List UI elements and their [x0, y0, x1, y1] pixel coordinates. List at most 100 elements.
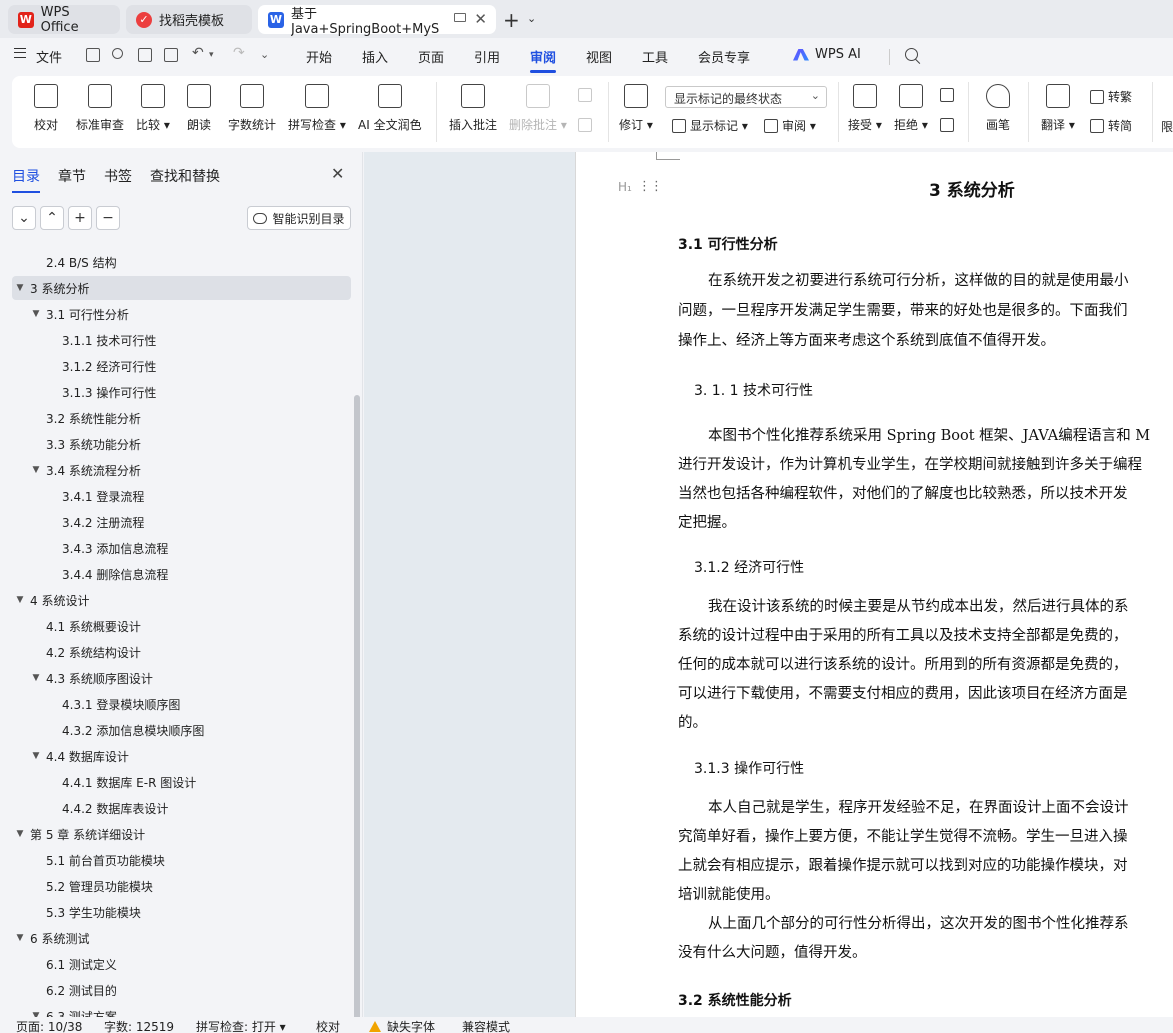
toc-item[interactable]: 5.1 前台首页功能模块: [12, 848, 351, 872]
toc-item[interactable]: 4.3.1 登录模块顺序图: [12, 692, 351, 716]
toc-scrollbar[interactable]: [354, 395, 360, 1033]
menu-tab-member[interactable]: 会员专享: [698, 47, 750, 66]
menu-tab-references[interactable]: 引用: [474, 47, 500, 66]
reject-button[interactable]: 拒绝 ▾: [894, 84, 928, 133]
to-traditional-button[interactable]: 转繁: [1090, 88, 1132, 105]
translate-button[interactable]: 翻译 ▾: [1041, 84, 1075, 133]
panel-tab-bookmarks[interactable]: 书签: [104, 166, 132, 186]
panel-tab-toc[interactable]: 目录: [12, 166, 40, 193]
missing-font-status[interactable]: 缺失字体: [369, 1018, 435, 1033]
save-icon[interactable]: [86, 48, 100, 62]
markup-mode-select[interactable]: 显示标记的最终状态 ⌄: [665, 86, 827, 108]
menu-file[interactable]: 文件: [36, 47, 62, 66]
toc-item[interactable]: 5.2 管理员功能模块: [12, 874, 351, 898]
menu-tab-insert[interactable]: 插入: [362, 47, 388, 66]
toc-item[interactable]: ▼ 4.4 数据库设计: [12, 744, 351, 768]
expand-arrow-icon[interactable]: ▼: [28, 465, 44, 475]
expand-arrow-icon[interactable]: ▼: [12, 595, 28, 605]
panel-tab-find-replace[interactable]: 查找和替换: [150, 166, 220, 186]
menu-tab-tools[interactable]: 工具: [642, 47, 668, 66]
toc-item[interactable]: 3.4.2 注册流程: [12, 510, 351, 534]
expand-down-button[interactable]: ⌄: [12, 206, 36, 230]
toc-item[interactable]: ▼ 4 系统设计: [12, 588, 351, 612]
expand-arrow-icon[interactable]: ▼: [28, 673, 44, 683]
add-heading-button[interactable]: +: [68, 206, 92, 230]
toc-item[interactable]: 3.1.2 经济可行性: [12, 354, 351, 378]
word-count-button[interactable]: 字数统计: [228, 84, 276, 133]
expand-arrow-icon[interactable]: ▼: [28, 309, 44, 319]
spell-check-button[interactable]: 拼写检查 ▾: [288, 84, 346, 133]
undo-icon[interactable]: ↶: [192, 45, 204, 61]
restrict-edit-button[interactable]: 限: [1161, 118, 1173, 135]
toc-item[interactable]: 6.1 测试定义: [12, 952, 351, 976]
toc-item[interactable]: 6.2 测试目的: [12, 978, 351, 1002]
drag-handle-icon[interactable]: ⋮⋮: [638, 179, 663, 194]
redo-icon[interactable]: ↷: [233, 45, 245, 61]
word-count-status[interactable]: 字数: 12519: [104, 1018, 174, 1033]
expand-arrow-icon[interactable]: ▼: [12, 829, 28, 839]
remove-heading-button[interactable]: −: [96, 206, 120, 230]
collapse-up-button[interactable]: ⌃: [40, 206, 64, 230]
ai-polish-button[interactable]: AI 全文润色: [358, 84, 422, 133]
toc-item[interactable]: 4.1 系统概要设计: [12, 614, 351, 638]
track-changes-button[interactable]: 修订 ▾: [619, 84, 653, 133]
menu-tab-page[interactable]: 页面: [418, 47, 444, 66]
search-icon[interactable]: [905, 48, 918, 61]
menu-tab-view[interactable]: 视图: [586, 47, 612, 66]
proofread-status[interactable]: 校对: [316, 1018, 340, 1033]
delete-comment-button[interactable]: 删除批注 ▾: [509, 84, 567, 133]
print-preview-icon[interactable]: [164, 48, 178, 62]
toc-item[interactable]: ▼ 6 系统测试: [12, 926, 351, 950]
toc-item[interactable]: 2.4 B/S 结构: [12, 250, 351, 274]
toc-item[interactable]: 3.3 系统功能分析: [12, 432, 351, 456]
to-simplified-button[interactable]: 转简: [1090, 117, 1132, 134]
toc-item[interactable]: 4.4.1 数据库 E-R 图设计: [12, 770, 351, 794]
toc-item[interactable]: 4.3.2 添加信息模块顺序图: [12, 718, 351, 742]
tab-wps-office[interactable]: W WPS Office: [8, 5, 120, 35]
hamburger-icon[interactable]: [14, 48, 26, 58]
toc-item[interactable]: ▼ 4.3 系统顺序图设计: [12, 666, 351, 690]
share-icon[interactable]: [112, 48, 123, 59]
compare-button[interactable]: 比较 ▾: [136, 84, 170, 133]
review-pane-button[interactable]: 审阅 ▾: [764, 117, 816, 134]
tab-docer[interactable]: ✓ 找稻壳模板: [126, 5, 252, 34]
document-page[interactable]: H₁ ⋮⋮ 3 系统分析 3.1 可行性分析 在系统开发之初要进行系统可行分析，…: [575, 152, 1173, 1017]
new-tab-icon[interactable]: +: [503, 8, 520, 32]
proofread-button[interactable]: 校对: [34, 84, 58, 133]
menu-tab-home[interactable]: 开始: [306, 47, 332, 66]
pen-button[interactable]: 画笔: [986, 84, 1010, 133]
expand-arrow-icon[interactable]: ▼: [12, 933, 28, 943]
toc-item[interactable]: 3.4.3 添加信息流程: [12, 536, 351, 560]
smart-toc-button[interactable]: 智能识别目录: [247, 206, 351, 230]
close-tab-icon[interactable]: ✕: [474, 10, 487, 28]
toc-item[interactable]: 3.2 系统性能分析: [12, 406, 351, 430]
toc-item[interactable]: 3.4.1 登录流程: [12, 484, 351, 508]
show-markup-button[interactable]: 显示标记 ▾: [672, 117, 748, 134]
standard-review-button[interactable]: 标准审查: [76, 84, 124, 133]
toc-item[interactable]: ▼ 3.4 系统流程分析: [12, 458, 351, 482]
next-comment-icon[interactable]: [578, 118, 596, 132]
chevron-down-icon[interactable]: ▾: [209, 50, 214, 60]
toc-item[interactable]: ▼ 3 系统分析: [12, 276, 351, 300]
wps-ai-button[interactable]: WPS AI: [793, 47, 861, 62]
chevron-down-icon[interactable]: ⌄: [527, 12, 536, 25]
page-indicator[interactable]: 页面: 10/38: [16, 1018, 82, 1033]
toc-item[interactable]: 4.2 系统结构设计: [12, 640, 351, 664]
expand-arrow-icon[interactable]: ▼: [28, 751, 44, 761]
prev-change-icon[interactable]: [940, 88, 958, 102]
more-chevron-icon[interactable]: ⌄: [260, 48, 269, 61]
tab-document[interactable]: W 基于Java+SpringBoot+MyS ✕: [258, 5, 496, 37]
toc-item[interactable]: ▼ 第 5 章 系统详细设计: [12, 822, 351, 846]
read-aloud-button[interactable]: 朗读: [187, 84, 211, 133]
insert-comment-button[interactable]: 插入批注: [449, 84, 497, 133]
toc-item[interactable]: 5.3 学生功能模块: [12, 900, 351, 924]
toc-item[interactable]: ▼ 3.1 可行性分析: [12, 302, 351, 326]
close-panel-icon[interactable]: ✕: [331, 164, 344, 183]
menu-tab-review[interactable]: 审阅: [530, 47, 557, 73]
prev-comment-icon[interactable]: [578, 88, 596, 102]
toc-item[interactable]: 3.1.3 操作可行性: [12, 380, 351, 404]
expand-arrow-icon[interactable]: ▼: [12, 283, 28, 293]
toc-item[interactable]: 4.4.2 数据库表设计: [12, 796, 351, 820]
print-icon[interactable]: [138, 48, 152, 62]
spell-check-status[interactable]: 拼写检查: 打开 ▾: [196, 1018, 286, 1033]
